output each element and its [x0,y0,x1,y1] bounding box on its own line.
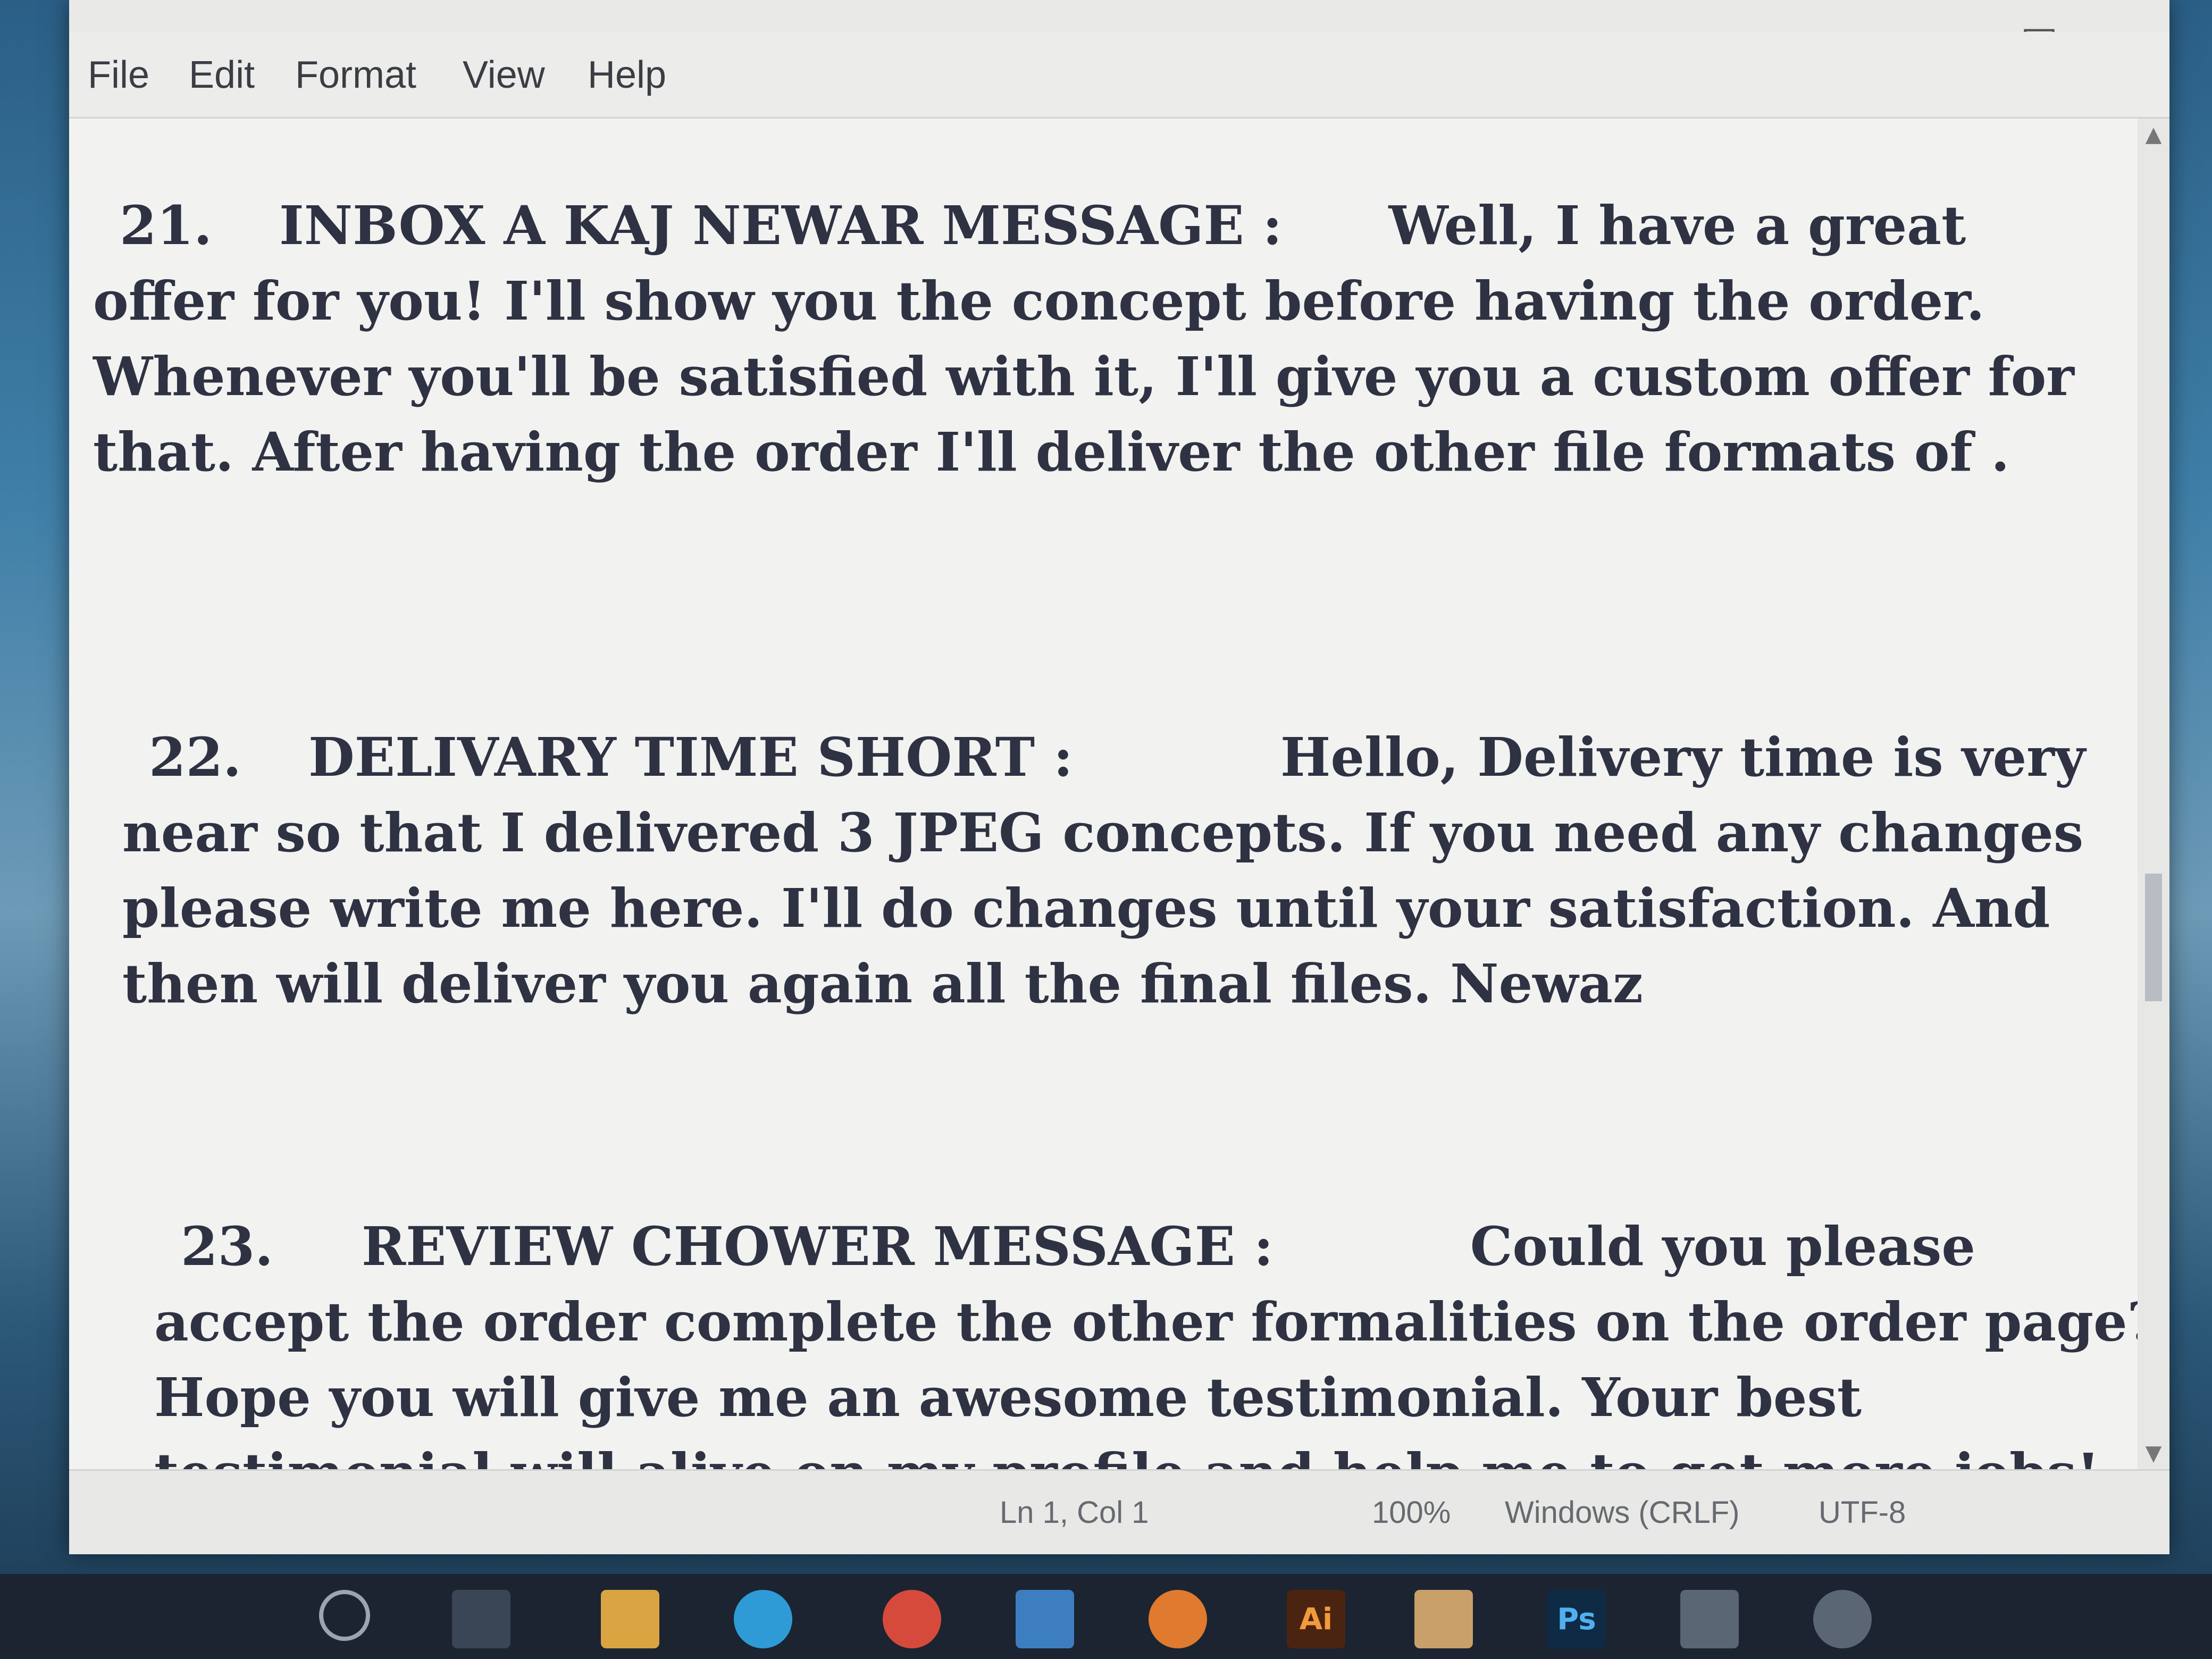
illustrator-icon[interactable]: Ai [1287,1590,1345,1648]
paragraph-heading: DELIVARY TIME SHORT : [308,726,1073,789]
task-view-icon[interactable] [452,1590,510,1648]
menu-file[interactable]: File [88,53,149,97]
taskbar: Ai Ps [0,1574,2212,1659]
menu-bar: File Edit Format View Help [69,32,2169,119]
file-explorer-icon[interactable] [601,1590,659,1648]
mail-icon[interactable] [1016,1590,1074,1648]
scroll-up-icon[interactable]: ▲ [2138,119,2169,150]
paragraph-23: 23. REVIEW CHOWER MESSAGE : Could you plea… [154,1209,2159,1469]
paragraph-number: 21. [120,194,212,257]
menu-view[interactable]: View [463,53,545,97]
photoshop-label: Ps [1557,1602,1596,1637]
app-icon[interactable] [1680,1590,1739,1648]
chrome-icon[interactable] [883,1590,941,1648]
firefox-icon[interactable] [1149,1590,1207,1648]
paragraph-21: 21. INBOX A KAJ NEWAR MESSAGE : Well, I ha… [93,188,2103,490]
title-bar [69,0,2169,32]
notepad-window: — ☐ ✕ File Edit Format View Help 21.INBO… [69,0,2169,1554]
search-icon[interactable] [319,1590,370,1641]
photoshop-icon[interactable]: Ps [1547,1590,1606,1648]
text-editor-area[interactable]: 21. INBOX A KAJ NEWAR MESSAGE : Well, I ha… [69,119,2159,1469]
app-icon[interactable] [1813,1590,1872,1648]
menu-edit[interactable]: Edit [189,53,255,97]
menu-format[interactable]: Format [295,53,416,97]
scrollbar-thumb[interactable] [2145,874,2162,1001]
paragraph-number: 22. [149,726,241,789]
line-ending: Windows (CRLF) [1505,1495,1740,1530]
status-bar: Ln 1, Col 1 100% Windows (CRLF) UTF-8 [69,1469,2169,1554]
paragraph-number: 23. [181,1215,273,1278]
zoom-level: 100% [1372,1495,1451,1530]
store-icon[interactable] [1414,1590,1473,1648]
paragraph-heading: INBOX A KAJ NEWAR MESSAGE : [279,194,1283,257]
menu-help[interactable]: Help [588,53,666,97]
illustrator-label: Ai [1299,1602,1333,1637]
vertical-scrollbar[interactable]: ▲ ▼ [2138,119,2169,1469]
edge-icon[interactable] [734,1590,792,1648]
scroll-down-icon[interactable]: ▼ [2138,1437,2169,1469]
cursor-position: Ln 1, Col 1 [1000,1495,1149,1530]
paragraph-22: 22. DELIVARY TIME SHORT : Hello, Delivery … [122,719,2132,1021]
paragraph-heading: REVIEW CHOWER MESSAGE : [362,1215,1273,1278]
encoding: UTF-8 [1819,1495,1906,1530]
